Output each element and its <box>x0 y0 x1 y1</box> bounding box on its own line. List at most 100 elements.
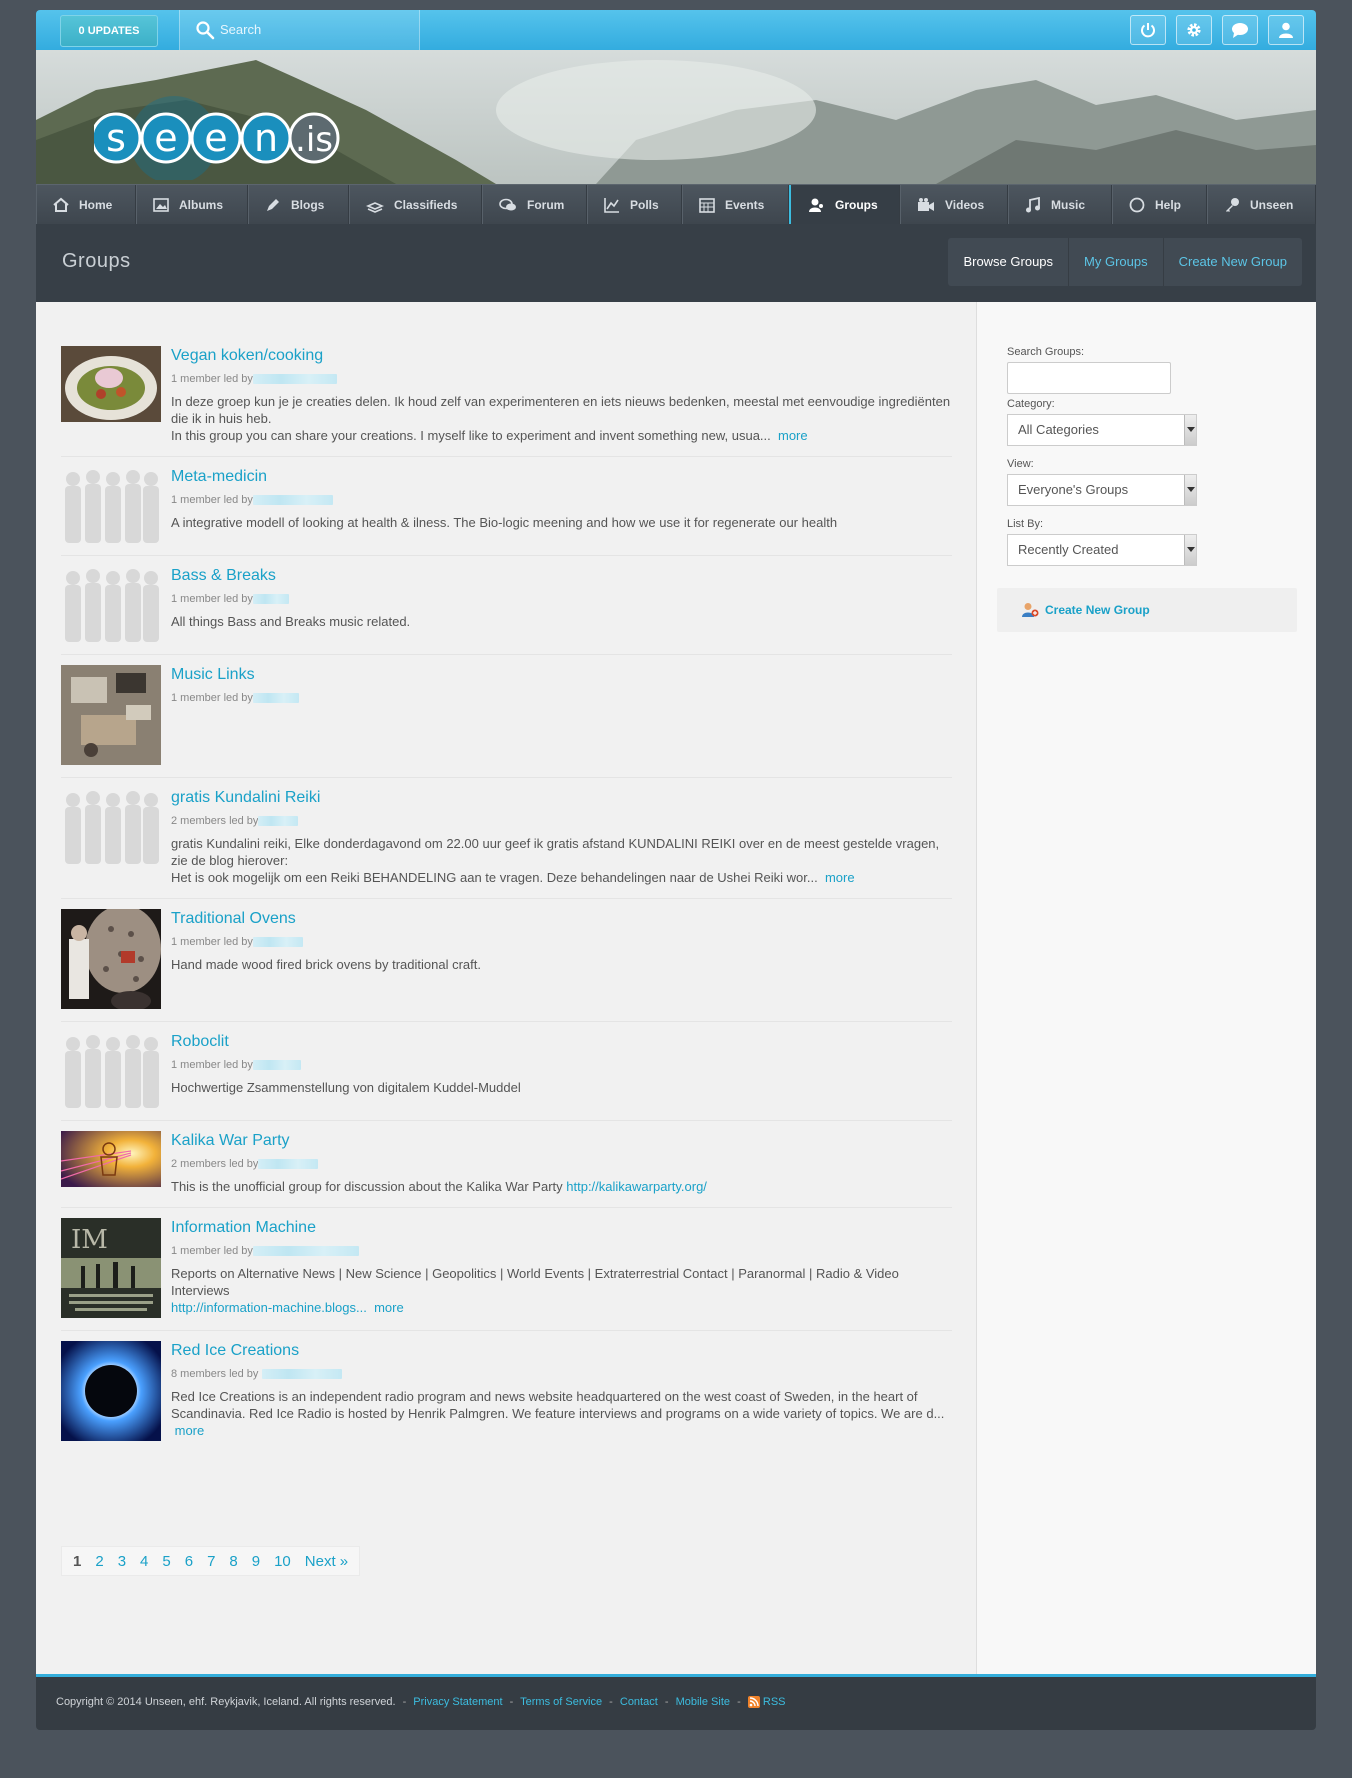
eclipse-image <box>61 1341 161 1441</box>
create-new-group-link[interactable]: Create New Group <box>1162 238 1302 286</box>
settings-button[interactable] <box>1176 15 1212 45</box>
power-button[interactable] <box>1130 15 1166 45</box>
group-meta: 8 members led by <box>171 1368 259 1380</box>
default-group-silhouette-image <box>61 1032 161 1108</box>
page-5[interactable]: 5 <box>155 1553 177 1570</box>
page-9[interactable]: 9 <box>245 1553 267 1570</box>
group-item: Meta-medicin 1 member led by A integrati… <box>61 457 952 556</box>
updates-button[interactable]: 0 UPDATES <box>60 15 158 47</box>
chat-icon <box>1232 23 1248 38</box>
rss-link[interactable]: RSS <box>763 1696 786 1708</box>
page-7[interactable]: 7 <box>200 1553 222 1570</box>
group-item: IM Information Machine 1 member led by R… <box>61 1208 952 1331</box>
mobile-site-link[interactable]: Mobile Site <box>676 1696 730 1708</box>
view-select[interactable]: Everyone's Groups <box>1007 474 1197 506</box>
group-description: This is the unofficial group for discuss… <box>171 1179 563 1194</box>
group-thumbnail[interactable] <box>61 909 161 1009</box>
redacted-username[interactable] <box>252 594 289 605</box>
page-6[interactable]: 6 <box>178 1553 200 1570</box>
nav-item-label: Music <box>1051 198 1086 212</box>
nav-item-polls[interactable]: Polls <box>587 185 682 225</box>
messages-button[interactable] <box>1222 15 1258 45</box>
page-wrapper: 0 UPDATES Search s e e n .is Home Albums… <box>36 10 1316 1730</box>
search-input[interactable] <box>220 18 410 40</box>
category-select[interactable]: All Categories <box>1007 414 1197 446</box>
next-page-link[interactable]: Next » <box>298 1553 355 1570</box>
page-10[interactable]: 10 <box>267 1553 298 1570</box>
nav-item-classifieds[interactable]: Classifieds <box>349 185 482 225</box>
list-by-value: Recently Created <box>1018 542 1119 557</box>
nav-item-events[interactable]: Events <box>682 185 789 225</box>
nav-item-label: Blogs <box>291 198 325 212</box>
account-button[interactable] <box>1268 15 1304 45</box>
redacted-username[interactable] <box>258 816 299 827</box>
nav-item-videos[interactable]: Videos <box>900 185 1008 225</box>
group-title-link[interactable]: Bass & Breaks <box>171 566 952 586</box>
nav-item-help[interactable]: Help <box>1112 185 1207 225</box>
group-meta: 1 member led by <box>171 494 253 506</box>
create-new-group-sidebar-link[interactable]: Create New Group <box>1045 603 1150 617</box>
group-item: Bass & Breaks 1 member led by All things… <box>61 556 952 655</box>
search-groups-input[interactable] <box>1007 362 1171 394</box>
group-thumbnail[interactable] <box>61 788 161 864</box>
privacy-statement-link[interactable]: Privacy Statement <box>413 1696 502 1708</box>
group-thumbnail[interactable] <box>61 1032 161 1108</box>
group-thumbnail[interactable] <box>61 1131 161 1187</box>
redacted-username[interactable] <box>258 1159 319 1170</box>
group-title-link[interactable]: Information Machine <box>171 1218 952 1238</box>
external-link[interactable]: http://kalikawarparty.org/ <box>566 1179 707 1194</box>
nav-item-label: Help <box>1155 198 1182 212</box>
group-title-link[interactable]: Traditional Ovens <box>171 909 952 929</box>
default-group-silhouette-image <box>61 467 161 543</box>
nav-item-blogs[interactable]: Blogs <box>248 185 349 225</box>
group-thumbnail[interactable] <box>61 665 161 765</box>
food-plate-image <box>61 346 161 422</box>
nav-item-unseen[interactable]: Unseen <box>1207 185 1316 225</box>
redacted-username[interactable] <box>252 374 337 385</box>
nav-item-forum[interactable]: Forum <box>482 185 587 225</box>
group-meta: 1 member led by <box>171 692 253 704</box>
more-link[interactable]: more <box>778 428 808 443</box>
redacted-username[interactable] <box>252 1060 301 1071</box>
redacted-username[interactable] <box>252 1246 359 1257</box>
group-thumbnail[interactable] <box>61 346 161 422</box>
top-bar: 0 UPDATES <box>36 10 1316 50</box>
redacted-username[interactable] <box>252 495 333 506</box>
nav-item-music[interactable]: Music <box>1008 185 1112 225</box>
page-1: 1 <box>73 1552 82 1570</box>
group-thumbnail[interactable] <box>61 467 161 543</box>
external-link[interactable]: http://information-machine.blogs... <box>171 1300 367 1315</box>
browse-groups-link[interactable]: Browse Groups <box>948 238 1068 286</box>
seen-logo[interactable]: s e e n .is <box>94 90 354 180</box>
more-link[interactable]: more <box>825 870 855 885</box>
page-3[interactable]: 3 <box>111 1553 133 1570</box>
page-4[interactable]: 4 <box>133 1553 155 1570</box>
list-by-select[interactable]: Recently Created <box>1007 534 1197 566</box>
more-link[interactable]: more <box>175 1423 205 1438</box>
contact-link[interactable]: Contact <box>620 1696 658 1708</box>
my-groups-link[interactable]: My Groups <box>1068 238 1163 286</box>
group-title-link[interactable]: gratis Kundalini Reiki <box>171 788 952 808</box>
group-title-link[interactable]: Music Links <box>171 665 952 685</box>
redacted-username[interactable] <box>261 1369 342 1380</box>
group-title-link[interactable]: Meta-medicin <box>171 467 952 487</box>
nav-item-albums[interactable]: Albums <box>136 185 248 225</box>
copyright-text: Copyright © 2014 Unseen, ehf. Reykjavik,… <box>56 1696 396 1708</box>
terms-of-service-link[interactable]: Terms of Service <box>520 1696 602 1708</box>
redacted-username[interactable] <box>252 693 299 704</box>
group-thumbnail[interactable] <box>61 1341 161 1441</box>
group-thumbnail[interactable] <box>61 566 161 642</box>
group-title-link[interactable]: Roboclit <box>171 1032 952 1052</box>
group-title-link[interactable]: Vegan koken/cooking <box>171 346 952 366</box>
page-2[interactable]: 2 <box>88 1553 110 1570</box>
nav-item-home[interactable]: Home <box>36 185 136 225</box>
group-title-link[interactable]: Red Ice Creations <box>171 1341 952 1361</box>
redacted-username[interactable] <box>252 937 303 948</box>
create-new-group-box[interactable]: Create New Group <box>997 588 1297 632</box>
search-groups-label: Search Groups: <box>1007 346 1085 358</box>
group-title-link[interactable]: Kalika War Party <box>171 1131 952 1151</box>
more-link[interactable]: more <box>374 1300 404 1315</box>
group-thumbnail[interactable]: IM <box>61 1218 161 1318</box>
page-8[interactable]: 8 <box>222 1553 244 1570</box>
nav-item-groups[interactable]: Groups <box>789 185 900 225</box>
